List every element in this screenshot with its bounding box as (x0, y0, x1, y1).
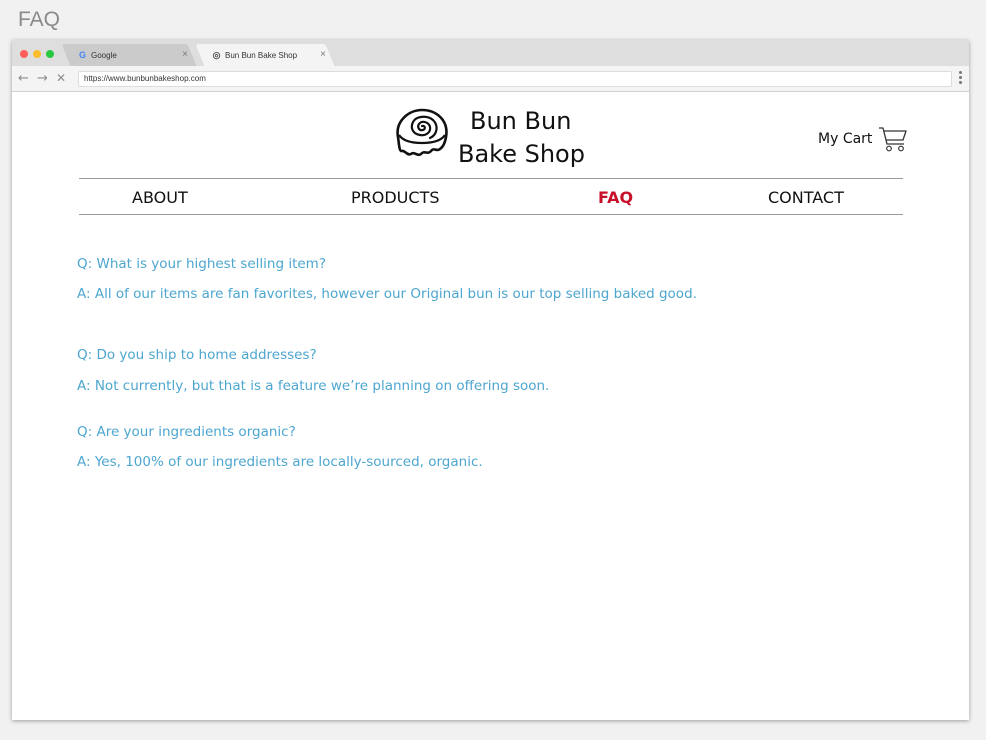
close-tab-icon[interactable]: × (182, 49, 188, 60)
tab-title: Google (91, 50, 117, 60)
tab-bun-bun-bake-shop[interactable]: ◎ Bun Bun Bake Shop × (195, 44, 335, 66)
main-navigation: ABOUT PRODUCTS FAQ CONTACT (79, 178, 903, 215)
forward-icon[interactable]: → (37, 71, 48, 86)
minimize-window-button[interactable] (33, 50, 41, 58)
shopping-cart-icon (879, 127, 908, 152)
nav-faq[interactable]: FAQ (598, 188, 633, 207)
brand-line-1: Bun Bun (470, 107, 572, 135)
nav-products[interactable]: PRODUCTS (351, 188, 440, 207)
browser-menu-icon[interactable] (959, 71, 963, 86)
page-label: FAQ (18, 8, 61, 31)
faq-question: Q: Do you ship to home addresses? (77, 347, 317, 363)
faq-answer: A: All of our items are fan favorites, h… (77, 286, 697, 302)
browser-window: G Google × ◎ Bun Bun Bake Shop × ← → ✕ h… (12, 40, 969, 720)
tab-bar: G Google × ◎ Bun Bun Bake Shop × (12, 40, 969, 66)
website: Bun Bun Bake Shop My Cart ABOUT PRODUCTS… (12, 93, 969, 720)
nav-contact[interactable]: CONTACT (768, 188, 844, 207)
stop-icon[interactable]: ✕ (56, 71, 66, 85)
tab-title: Bun Bun Bake Shop (225, 50, 298, 60)
cart-label: My Cart (818, 131, 873, 147)
nav-about[interactable]: ABOUT (132, 188, 188, 207)
faq-question: Q: What is your highest selling item? (77, 256, 326, 272)
close-tab-icon[interactable]: × (320, 49, 326, 60)
cinnamon-bun-logo-icon (396, 108, 448, 157)
maximize-window-button[interactable] (46, 50, 54, 58)
brand-name: Bun Bun Bake Shop (458, 105, 585, 171)
faq-answer: A: Yes, 100% of our ingredients are loca… (77, 454, 483, 470)
back-icon[interactable]: ← (18, 71, 29, 86)
address-bar: ← → ✕ https://www.bunbunbakeshop.com (12, 66, 969, 92)
close-window-button[interactable] (20, 50, 28, 58)
url-input[interactable]: https://www.bunbunbakeshop.com (78, 71, 952, 87)
bun-favicon-icon: ◎ (212, 49, 221, 60)
brand-line-2: Bake Shop (458, 140, 585, 168)
tab-google[interactable]: G Google × (61, 44, 197, 66)
google-favicon-icon: G (78, 50, 86, 60)
faq-answer: A: Not currently, but that is a feature … (77, 378, 550, 394)
cart-link[interactable]: My Cart (818, 125, 908, 153)
faq-question: Q: Are your ingredients organic? (77, 424, 296, 440)
